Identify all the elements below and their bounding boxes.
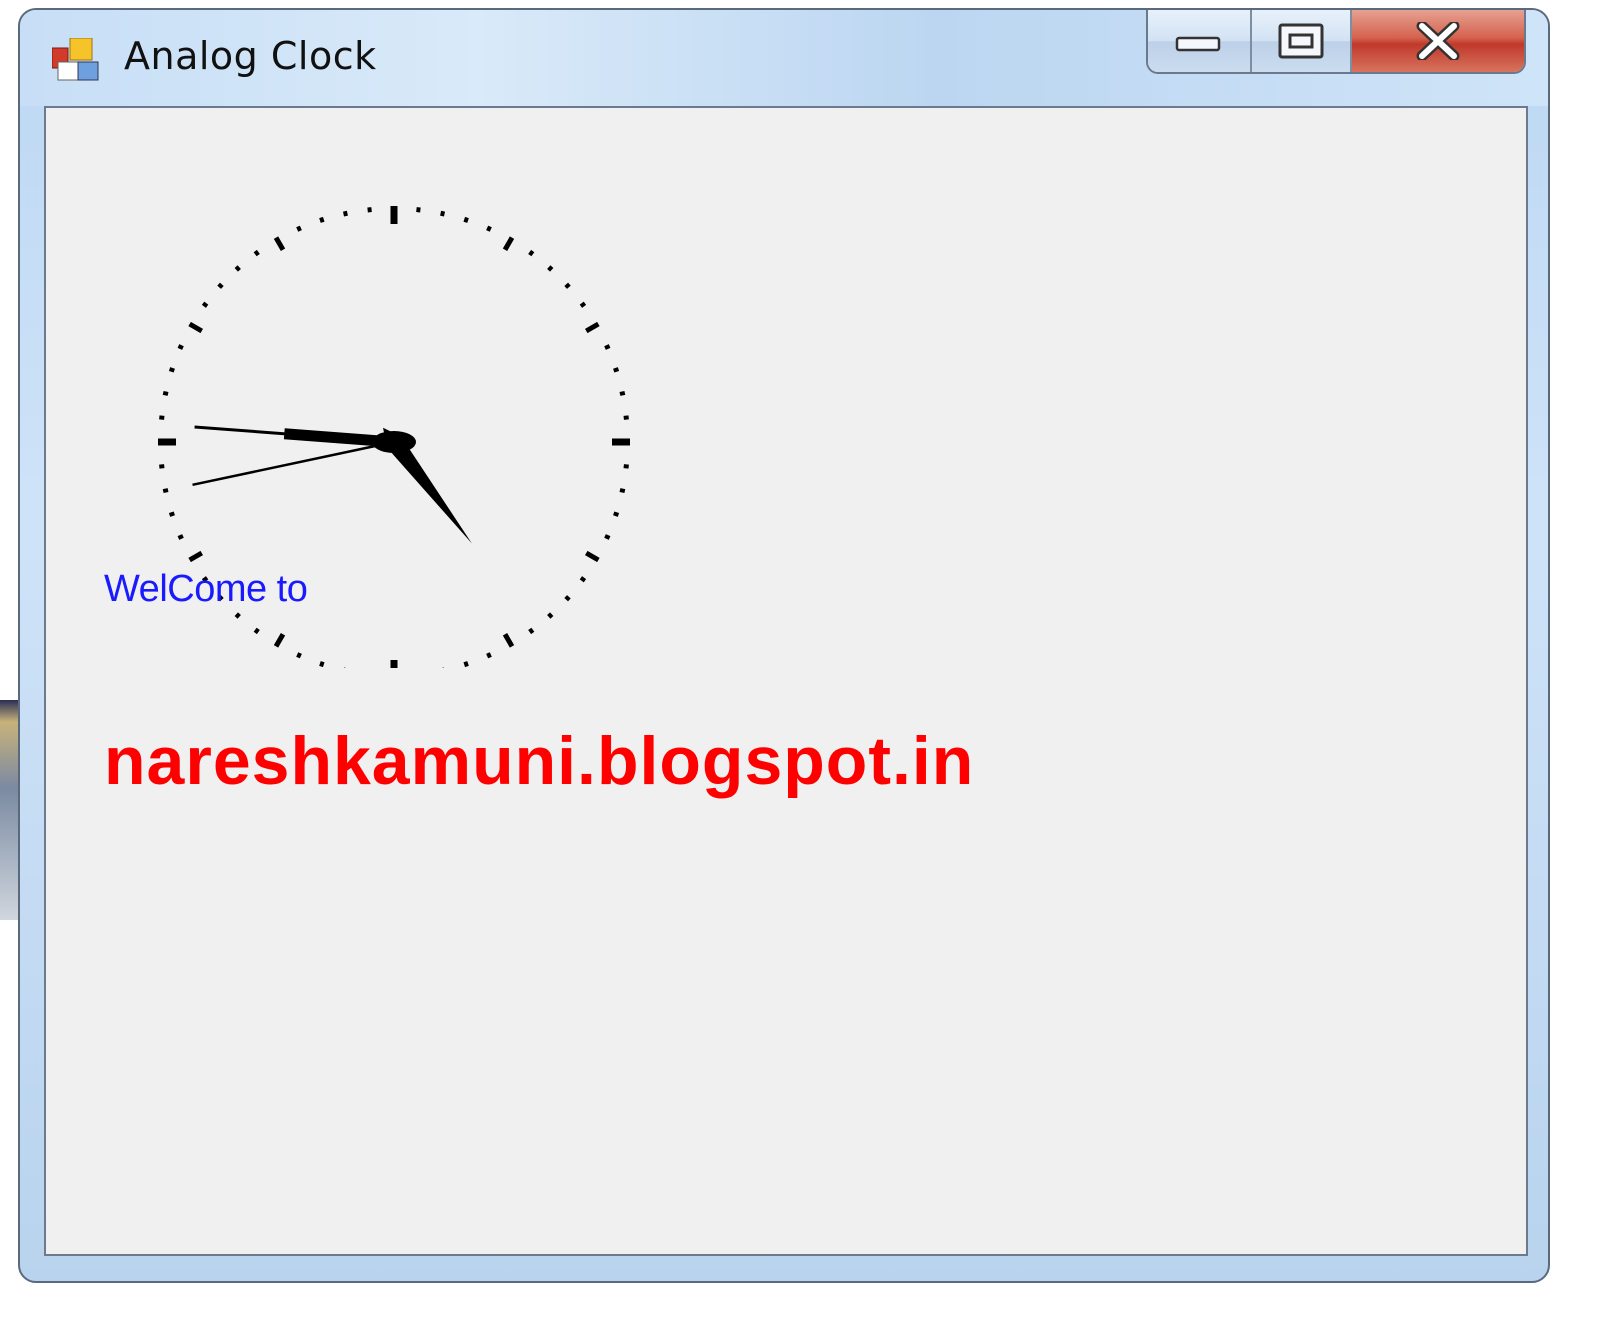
minute-tick [613,511,620,517]
clock-hub [372,431,416,453]
minute-tick [463,216,469,223]
minute-tick [463,661,469,668]
minute-tick [201,301,209,308]
window-title: Analog Clock [124,34,377,78]
minute-tick [623,464,629,469]
minute-tick [162,390,169,396]
minute-tick [619,488,626,494]
minute-tick [528,249,535,257]
minute-tick [217,282,224,289]
close-button[interactable] [1352,10,1524,72]
app-window: Analog Clock WelCome to nareshkamuni.blo… [18,8,1550,1283]
minute-tick [579,576,587,583]
caption-buttons [1146,10,1526,74]
app-icon [52,38,99,81]
minute-tick [547,612,554,619]
maximize-icon [1278,23,1324,59]
hour-tick [585,550,600,563]
close-icon [1416,22,1460,60]
minute-tick [619,390,626,396]
blog-url-label: nareshkamuni.blogspot.in [104,723,975,799]
minute-tick [319,661,325,668]
minute-tick [234,612,241,619]
minute-tick [486,652,492,659]
minute-tick [319,216,325,223]
hour-tick [502,236,515,251]
hour-tick [273,236,286,251]
minute-tick [234,265,241,272]
minute-tick [342,210,348,217]
minute-tick [177,534,184,540]
minute-tick [604,344,611,350]
minute-tick [528,627,535,635]
hour-tick [188,321,203,334]
minute-tick [159,415,165,420]
minute-tick [416,207,421,213]
minute-tick [162,488,169,494]
minute-tick [486,225,492,232]
hour-tick [502,633,515,648]
minute-tick [564,595,571,602]
second-hand [192,440,395,487]
minute-tick [177,344,184,350]
minute-tick [253,627,260,635]
minimize-button[interactable] [1148,10,1252,72]
minute-tick [440,210,446,217]
minute-tick [253,249,260,257]
minute-tick [604,534,611,540]
maximize-button[interactable] [1252,10,1352,72]
minimize-icon [1175,36,1221,52]
minute-tick [296,225,302,232]
minute-tick [168,367,175,373]
minute-tick [623,415,629,420]
minute-tick [547,265,554,272]
minute-tick [579,301,587,308]
hour-tick [188,550,203,563]
hour-tick [273,633,286,648]
minute-tick [564,282,571,289]
title-bar[interactable]: Analog Clock [20,10,1548,106]
minute-tick [159,464,165,469]
client-area: WelCome to nareshkamuni.blogspot.in [44,106,1528,1256]
minute-tick [367,207,372,213]
minute-tick [296,652,302,659]
minute-tick [613,367,620,373]
minute-tick [168,511,175,517]
welcome-label: WelCome to [104,568,308,610]
hour-tick [585,321,600,334]
